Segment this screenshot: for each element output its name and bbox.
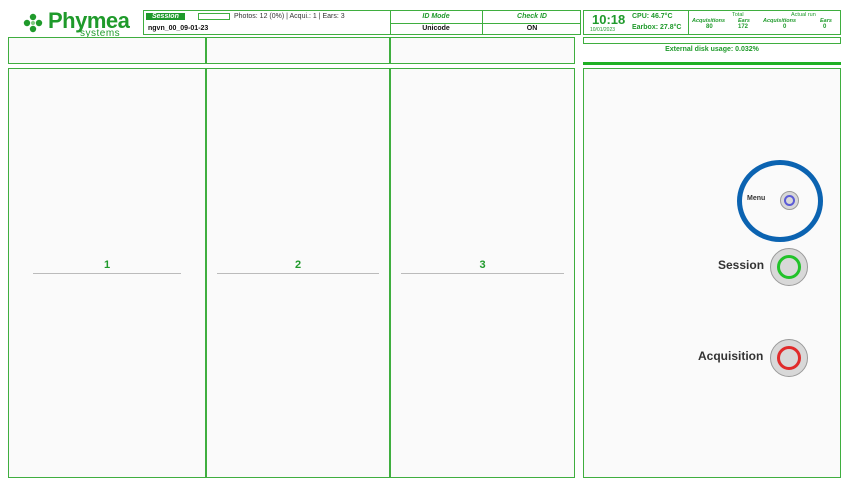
- system-status: 10:18 10/01/2023 CPU: 46.7°C Earbox: 27.…: [583, 10, 841, 35]
- run-acquisitions-label: Acquisitions: [763, 18, 797, 24]
- panel-number: 1: [103, 259, 111, 271]
- cpu-temp: CPU: 46.7°C: [632, 13, 673, 20]
- run-acquisitions: 0: [783, 24, 787, 30]
- session-name: ngvn_00_09-01-23: [148, 25, 209, 32]
- id-mode-value[interactable]: Unicode: [390, 24, 482, 34]
- total-ears: 172: [738, 24, 749, 30]
- phymea-logo: Phymea systems: [22, 8, 142, 39]
- session-label: Session: [718, 258, 765, 272]
- camera-panel-2[interactable]: 2: [206, 68, 390, 478]
- check-id-value[interactable]: ON: [482, 24, 582, 34]
- acquisition-button[interactable]: [770, 339, 808, 377]
- camera-panel-3[interactable]: 3: [390, 68, 575, 478]
- status-divider: [583, 62, 841, 65]
- earbox-temp: Earbox: 27.8°C: [632, 24, 682, 31]
- top-slot-2: [206, 37, 390, 64]
- session-tag: Session: [146, 13, 185, 20]
- top-slot-3: [390, 37, 575, 64]
- logo-molecule-icon: [23, 13, 43, 33]
- clock-time: 10:18: [592, 12, 626, 27]
- acquisition-label: Acquisition: [698, 349, 764, 363]
- panel-number: 2: [294, 259, 302, 271]
- acquisition-ring-icon: [777, 346, 801, 370]
- run-ears: 0: [823, 24, 827, 30]
- session-ring-icon: [777, 255, 801, 279]
- camera-panel-1[interactable]: 1: [8, 68, 206, 478]
- total-acquisitions: 80: [706, 24, 713, 30]
- panel-number: 3: [479, 259, 486, 271]
- session-stats: Photos: 12 (0%) | Acqui.: 1 | Ears: 3: [234, 13, 345, 20]
- check-id-label: Check ID: [517, 13, 547, 20]
- disk-usage-text: External disk usage: 0.032%: [665, 46, 759, 53]
- top-slot-1: [8, 37, 206, 64]
- disk-usage-bar: [583, 37, 841, 44]
- id-mode-label: ID Mode: [422, 13, 450, 20]
- session-button[interactable]: [770, 248, 808, 286]
- session-header: Session Photos: 12 (0%) | Acqui.: 1 | Ea…: [143, 10, 581, 35]
- session-progress-bar: [198, 13, 230, 20]
- menu-highlight-circle: [737, 160, 823, 242]
- clock-date: 10/01/2023: [590, 27, 616, 33]
